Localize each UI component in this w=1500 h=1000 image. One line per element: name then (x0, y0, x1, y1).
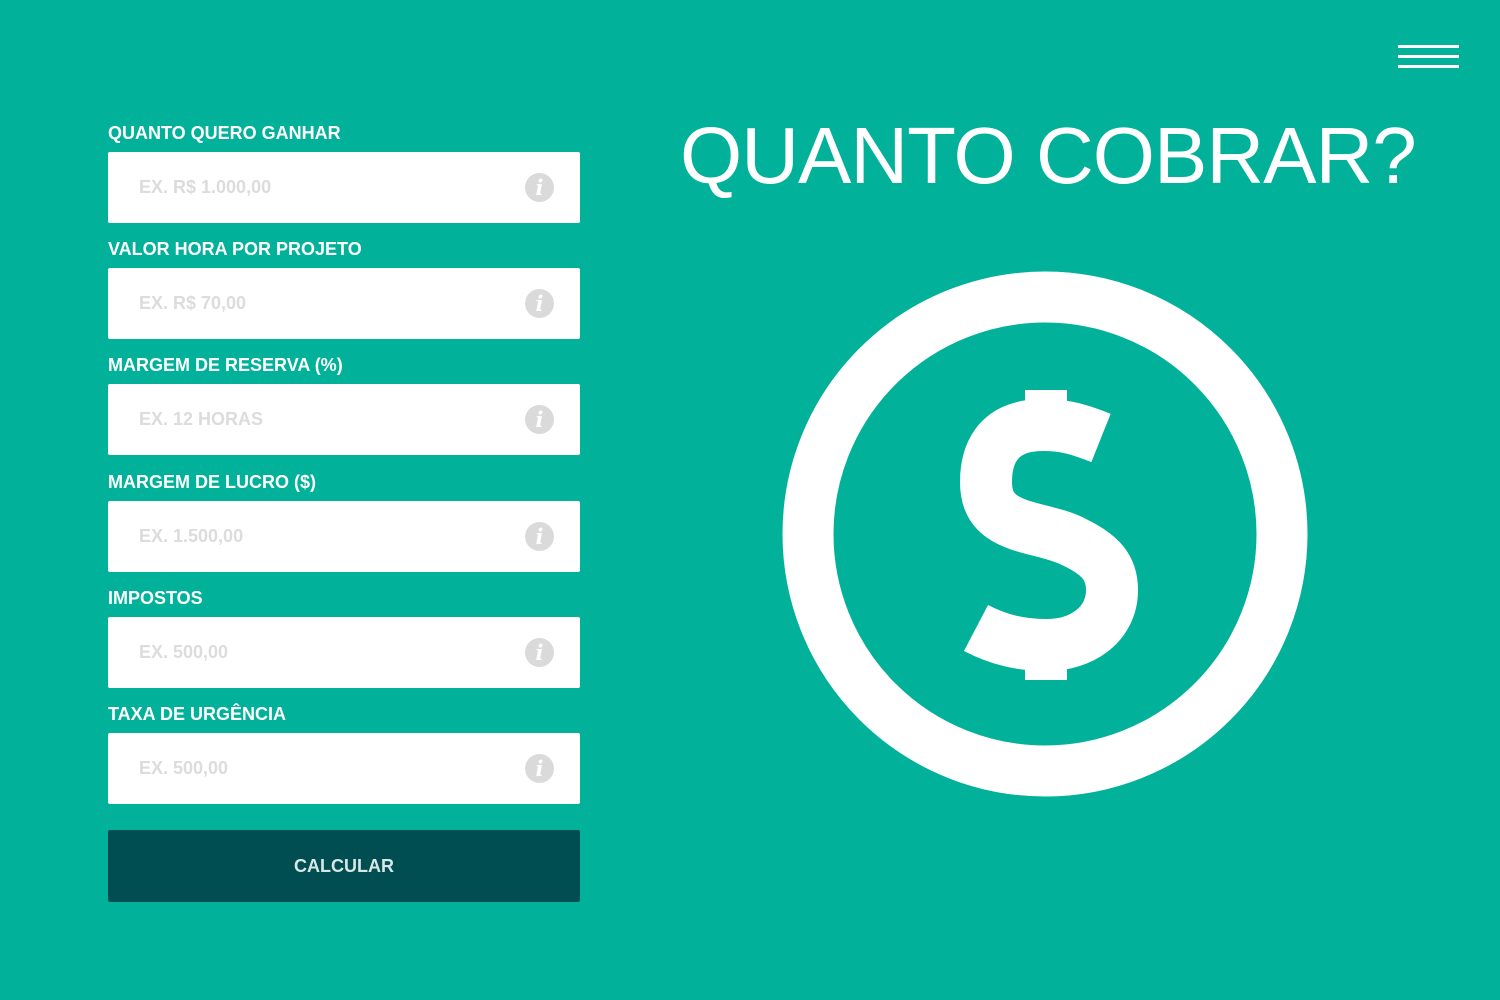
label-impostos: IMPOSTOS (108, 588, 203, 608)
field-impostos: i (108, 617, 580, 688)
menu-bar (1398, 45, 1459, 48)
info-icon[interactable]: i (525, 405, 554, 434)
input-margem-de-reserva[interactable] (108, 384, 508, 455)
label-taxa-de-urgencia: TAXA DE URGÊNCIA (108, 704, 287, 724)
info-icon[interactable]: i (525, 638, 554, 667)
label-margem-de-reserva: MARGEM DE RESERVA (%) (108, 355, 343, 375)
field-valor-hora-por-projeto: i (108, 268, 580, 339)
info-icon[interactable]: i (525, 173, 554, 202)
label-quanto-quero-ganhar: QUANTO QUERO GANHAR (108, 123, 341, 143)
input-valor-hora-por-projeto[interactable] (108, 268, 508, 339)
page: QUANTO QUERO GANHAR i VALOR HORA POR PRO… (0, 0, 1500, 1000)
input-quanto-quero-ganhar[interactable] (108, 152, 508, 223)
input-impostos[interactable] (108, 617, 508, 688)
calcular-button[interactable]: CALCULAR (108, 830, 580, 902)
dollar-coin-icon (782, 271, 1308, 797)
info-icon[interactable]: i (525, 754, 554, 783)
page-title: QUANTO COBRAR? (680, 111, 1417, 200)
input-taxa-de-urgencia[interactable] (108, 733, 508, 804)
dollar-sign-s-curve (960, 399, 1138, 671)
input-margem-de-lucro[interactable] (108, 501, 508, 572)
field-taxa-de-urgencia: i (108, 733, 580, 804)
info-icon[interactable]: i (525, 522, 554, 551)
dollar-sign-icon (960, 390, 1138, 680)
menu-button[interactable] (1396, 43, 1462, 73)
field-margem-de-lucro: i (108, 501, 580, 572)
label-valor-hora-por-projeto: VALOR HORA POR PROJETO (108, 239, 362, 259)
info-icon[interactable]: i (525, 289, 554, 318)
label-margem-de-lucro: MARGEM DE LUCRO ($) (108, 472, 316, 492)
field-quanto-quero-ganhar: i (108, 152, 580, 223)
field-margem-de-reserva: i (108, 384, 580, 455)
menu-bar (1398, 55, 1459, 58)
menu-bar (1398, 65, 1459, 68)
